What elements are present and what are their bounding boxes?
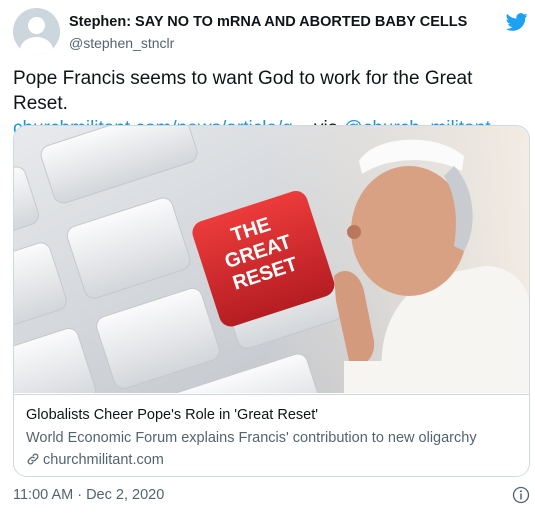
link-card[interactable]: THE GREAT RESET Globalists Cheer Pope's … — [13, 125, 530, 477]
default-avatar-icon[interactable] — [13, 8, 60, 55]
card-image[interactable]: THE GREAT RESET — [14, 126, 529, 393]
author-handle[interactable]: @stephen_stnclr — [69, 35, 174, 51]
card-domain-text: churchmilitant.com — [43, 452, 164, 468]
card-text[interactable]: Globalists Cheer Pope's Role in 'Great R… — [14, 394, 529, 476]
link-icon — [27, 453, 39, 465]
timestamp[interactable]: 11:00 AM · Dec 2, 2020 — [13, 487, 164, 503]
card-title[interactable]: Globalists Cheer Pope's Role in 'Great R… — [26, 407, 318, 423]
tweet-body: Pope Francis seems to want God to work f… — [13, 68, 473, 114]
tweet: Stephen: SAY NO TO mRNA AND ABORTED BABY… — [0, 0, 535, 515]
keyboard-pope-photo: THE GREAT RESET — [14, 126, 529, 393]
info-icon[interactable] — [512, 486, 530, 504]
twitter-bird-icon[interactable] — [505, 11, 529, 33]
card-description: World Economic Forum explains Francis' c… — [26, 430, 477, 446]
card-domain: churchmilitant.com — [26, 452, 164, 468]
author-display-name[interactable]: Stephen: SAY NO TO mRNA AND ABORTED BABY… — [69, 14, 467, 30]
